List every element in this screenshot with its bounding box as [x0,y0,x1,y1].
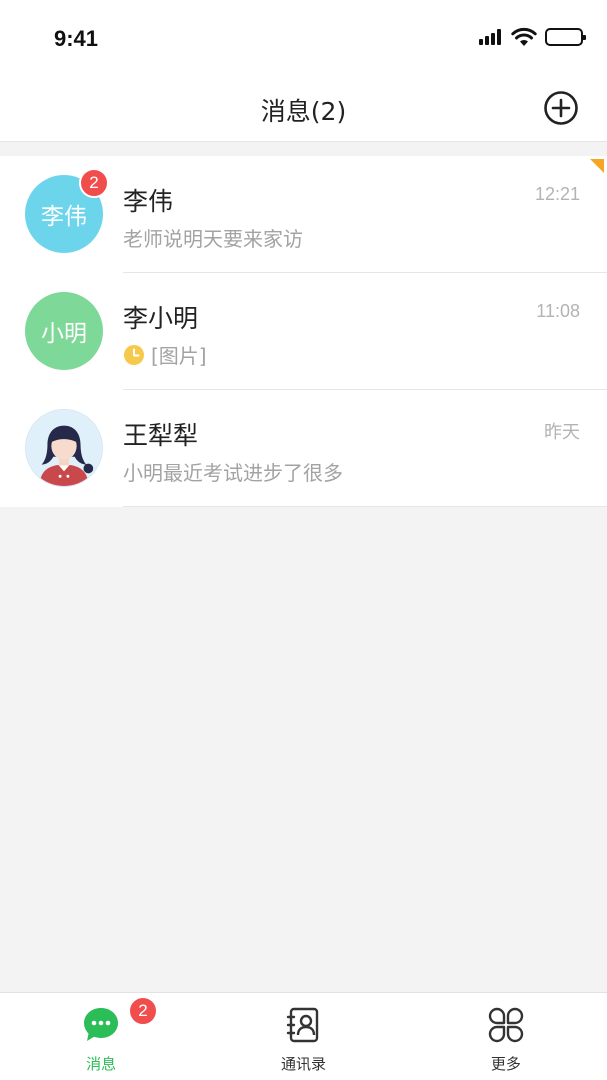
pinned-corner-icon [590,159,604,173]
chat-time: 昨天 [544,422,580,443]
chat-preview-text: 老师说明天要来家访 [123,227,303,251]
chat-preview: 老师说明天要来家访 [123,223,303,252]
chat-name: 李伟 [123,187,174,216]
grid-more-icon [488,1007,523,1043]
wifi-icon [511,27,537,46]
chat-item-wang-lili[interactable]: 王犁犁 小明最近考试进步了很多 昨天 [0,390,607,507]
chat-preview-text: [图片] [151,344,207,368]
chat-preview-text: 小明最近考试进步了很多 [123,461,343,485]
chat-name: 王犁犁 [123,421,199,450]
tab-bar: 2 消息 通讯录 更多 [0,992,607,1080]
tab-unread-badge: 2 [128,996,158,1026]
tab-label: 通讯录 [280,1055,326,1073]
status-bar: 9:41 [0,0,607,74]
tab-messages[interactable]: 2 消息 [0,993,202,1080]
tab-contacts[interactable]: 通讯录 [202,993,404,1080]
chat-list: 李伟 2 李伟 老师说明天要来家访 12:21 小明 李小明 [图片] 11:0… [0,156,607,507]
avatar [25,409,103,487]
divider [123,506,607,507]
chat-name: 李小明 [123,304,199,333]
cellular-signal-icon [479,29,503,45]
navigation-bar: 消息(2) [0,74,607,142]
tab-more[interactable]: 更多 [405,993,607,1080]
avatar-text: 小明 [41,321,87,347]
chat-item-li-xiaoming[interactable]: 小明 李小明 [图片] 11:08 [0,273,607,390]
avatar-text: 李伟 [41,204,87,230]
add-button[interactable] [543,90,579,126]
chat-preview: [图片] [123,340,207,369]
chat-preview: 小明最近考试进步了很多 [123,457,343,486]
tab-label: 消息 [86,1055,117,1073]
tab-label: 更多 [490,1055,521,1073]
chat-bubble-icon [84,1008,119,1041]
status-icons [479,26,586,48]
chat-time: 12:21 [534,184,580,204]
clock-icon [124,344,144,365]
avatar: 小明 [25,292,103,370]
page-title: 消息(2) [260,97,347,126]
battery-icon [545,28,586,46]
chat-time: 11:08 [536,301,580,321]
chat-item-li-wei[interactable]: 李伟 2 李伟 老师说明天要来家访 12:21 [0,156,607,273]
girl-avatar-icon [26,410,102,486]
contacts-book-icon [287,1007,319,1043]
unread-badge: 2 [79,168,109,198]
status-time: 9:41 [54,26,99,51]
